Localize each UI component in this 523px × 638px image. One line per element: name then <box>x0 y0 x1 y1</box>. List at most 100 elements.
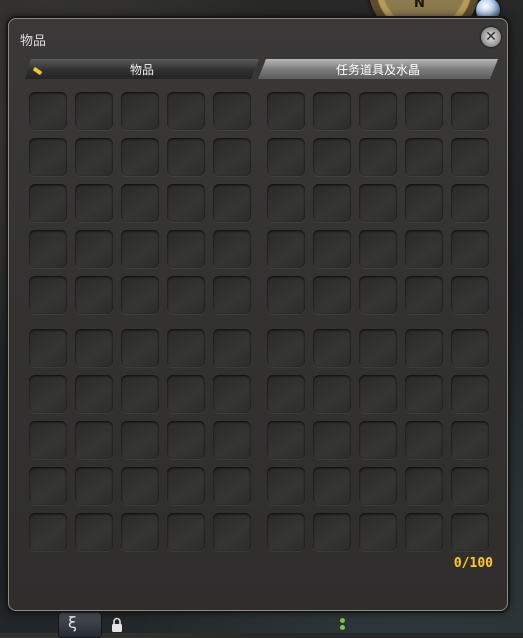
inventory-slot[interactable] <box>213 92 251 130</box>
inventory-slot[interactable] <box>75 230 113 268</box>
inventory-slot[interactable] <box>167 184 205 222</box>
inventory-slot[interactable] <box>267 513 305 551</box>
inventory-slot[interactable] <box>75 92 113 130</box>
inventory-slot[interactable] <box>451 513 489 551</box>
hotbar-slot[interactable] <box>58 612 102 638</box>
inventory-slot[interactable] <box>405 421 443 459</box>
inventory-slot[interactable] <box>405 92 443 130</box>
inventory-slot[interactable] <box>121 138 159 176</box>
inventory-slot[interactable] <box>167 92 205 130</box>
inventory-slot[interactable] <box>167 375 205 413</box>
inventory-slot[interactable] <box>213 329 251 367</box>
inventory-slot[interactable] <box>451 329 489 367</box>
inventory-slot[interactable] <box>75 513 113 551</box>
inventory-slot[interactable] <box>451 375 489 413</box>
inventory-slot[interactable] <box>267 421 305 459</box>
inventory-slot[interactable] <box>267 92 305 130</box>
inventory-slot[interactable] <box>451 184 489 222</box>
inventory-slot[interactable] <box>451 92 489 130</box>
inventory-slot[interactable] <box>359 513 397 551</box>
inventory-slot[interactable] <box>313 513 351 551</box>
inventory-slot[interactable] <box>121 467 159 505</box>
inventory-slot[interactable] <box>313 138 351 176</box>
inventory-slot[interactable] <box>359 467 397 505</box>
inventory-slot[interactable] <box>29 329 67 367</box>
inventory-slot[interactable] <box>213 421 251 459</box>
inventory-slot[interactable] <box>213 467 251 505</box>
inventory-slot[interactable] <box>121 329 159 367</box>
inventory-slot[interactable] <box>267 329 305 367</box>
inventory-slot[interactable] <box>213 276 251 314</box>
inventory-slot[interactable] <box>405 230 443 268</box>
inventory-slot[interactable] <box>29 467 67 505</box>
inventory-slot[interactable] <box>267 467 305 505</box>
inventory-slot[interactable] <box>75 467 113 505</box>
inventory-slot[interactable] <box>313 276 351 314</box>
inventory-slot[interactable] <box>213 230 251 268</box>
inventory-slot[interactable] <box>313 230 351 268</box>
inventory-slot[interactable] <box>75 276 113 314</box>
inventory-slot[interactable] <box>29 421 67 459</box>
inventory-slot[interactable] <box>451 467 489 505</box>
inventory-slot[interactable] <box>359 184 397 222</box>
inventory-slot[interactable] <box>451 230 489 268</box>
inventory-slot[interactable] <box>167 276 205 314</box>
inventory-slot[interactable] <box>359 329 397 367</box>
inventory-slot[interactable] <box>451 276 489 314</box>
inventory-slot[interactable] <box>405 138 443 176</box>
inventory-slot[interactable] <box>167 329 205 367</box>
inventory-slot[interactable] <box>167 467 205 505</box>
close-icon[interactable]: ✕ <box>481 27 501 47</box>
inventory-slot[interactable] <box>405 375 443 413</box>
inventory-slot[interactable] <box>359 92 397 130</box>
inventory-slot[interactable] <box>405 513 443 551</box>
inventory-slot[interactable] <box>313 375 351 413</box>
inventory-slot[interactable] <box>121 92 159 130</box>
inventory-slot[interactable] <box>121 421 159 459</box>
inventory-slot[interactable] <box>121 276 159 314</box>
tab-key-items-crystals[interactable]: 任务道具及水晶 <box>258 59 498 79</box>
inventory-slot[interactable] <box>267 138 305 176</box>
inventory-slot[interactable] <box>359 138 397 176</box>
inventory-slot[interactable] <box>121 375 159 413</box>
inventory-slot[interactable] <box>313 92 351 130</box>
inventory-slot[interactable] <box>405 276 443 314</box>
inventory-slot[interactable] <box>75 421 113 459</box>
inventory-slot[interactable] <box>29 513 67 551</box>
inventory-slot[interactable] <box>267 230 305 268</box>
inventory-slot[interactable] <box>121 230 159 268</box>
inventory-slot[interactable] <box>29 184 67 222</box>
inventory-slot[interactable] <box>267 276 305 314</box>
inventory-slot[interactable] <box>167 513 205 551</box>
inventory-slot[interactable] <box>167 421 205 459</box>
inventory-slot[interactable] <box>359 421 397 459</box>
inventory-slot[interactable] <box>405 184 443 222</box>
inventory-slot[interactable] <box>405 329 443 367</box>
inventory-slot[interactable] <box>29 276 67 314</box>
inventory-slot[interactable] <box>451 421 489 459</box>
inventory-slot[interactable] <box>167 230 205 268</box>
inventory-slot[interactable] <box>359 276 397 314</box>
inventory-slot[interactable] <box>29 230 67 268</box>
inventory-slot[interactable] <box>213 184 251 222</box>
inventory-slot[interactable] <box>121 184 159 222</box>
inventory-slot[interactable] <box>75 329 113 367</box>
inventory-slot[interactable] <box>75 375 113 413</box>
inventory-slot[interactable] <box>213 138 251 176</box>
inventory-slot[interactable] <box>405 467 443 505</box>
inventory-slot[interactable] <box>313 329 351 367</box>
inventory-slot[interactable] <box>213 375 251 413</box>
inventory-slot[interactable] <box>29 375 67 413</box>
inventory-slot[interactable] <box>29 138 67 176</box>
inventory-slot[interactable] <box>121 513 159 551</box>
inventory-slot[interactable] <box>359 375 397 413</box>
inventory-slot[interactable] <box>359 230 397 268</box>
inventory-slot[interactable] <box>313 421 351 459</box>
tab-items[interactable]: 物品 <box>25 59 259 79</box>
inventory-slot[interactable] <box>75 138 113 176</box>
inventory-slot[interactable] <box>167 138 205 176</box>
inventory-slot[interactable] <box>267 375 305 413</box>
inventory-slot[interactable] <box>313 467 351 505</box>
inventory-slot[interactable] <box>29 92 67 130</box>
inventory-slot[interactable] <box>313 184 351 222</box>
